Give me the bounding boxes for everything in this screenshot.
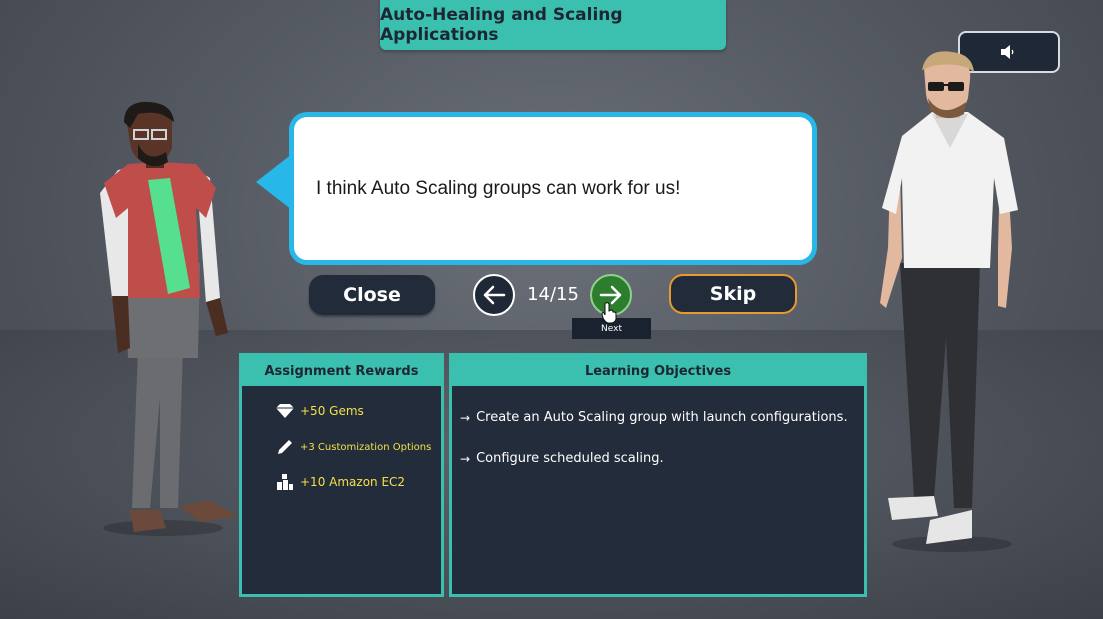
reward-ec2-text: +10 Amazon EC2	[300, 475, 406, 489]
objective-item: → Configure scheduled scaling.	[460, 451, 664, 466]
hand-cursor-icon	[601, 302, 617, 324]
objective-text: Configure scheduled scaling.	[476, 451, 664, 466]
objective-item: → Create an Auto Scaling group with laun…	[460, 410, 848, 425]
ec2-icon	[277, 474, 293, 490]
rewards-header: Assignment Rewards	[242, 356, 441, 386]
left-character	[100, 101, 238, 536]
pencil-icon	[278, 440, 292, 454]
assignment-title: Auto-Healing and Scaling Applications	[380, 5, 623, 45]
arrow-left-icon	[483, 285, 506, 305]
reward-ec2: +10 Amazon EC2	[274, 473, 405, 491]
reward-customization-text: +3 Customization Options	[300, 441, 432, 453]
reward-gems-text: +50 Gems	[300, 404, 364, 418]
speech-bubble: I think Auto Scaling groups can work for…	[289, 112, 817, 265]
close-button[interactable]: Close	[309, 275, 435, 315]
assignment-title-banner: Auto-Healing and Scaling Applications	[380, 0, 726, 50]
dialog-counter: 14/15	[527, 284, 579, 305]
speech-bubble-tail	[256, 154, 292, 210]
gem-icon	[276, 404, 294, 418]
reward-gems: +50 Gems	[274, 404, 364, 418]
dialog-text: I think Auto Scaling groups can work for…	[316, 177, 681, 199]
learning-objectives-panel: Learning Objectives → Create an Auto Sca…	[449, 353, 867, 597]
close-button-label: Close	[343, 284, 401, 306]
arrow-right-icon: →	[460, 410, 471, 425]
assignment-rewards-panel: Assignment Rewards +50 Gems +3 Customiza…	[239, 353, 444, 597]
right-character	[880, 51, 1018, 552]
arrow-right-icon: →	[460, 451, 471, 466]
objective-text: Create an Auto Scaling group with launch…	[476, 410, 848, 425]
previous-button[interactable]	[473, 274, 515, 316]
skip-button[interactable]: Skip	[669, 274, 797, 314]
skip-button-label: Skip	[709, 283, 757, 305]
objectives-header: Learning Objectives	[452, 356, 864, 386]
reward-customization: +3 Customization Options	[274, 438, 431, 456]
